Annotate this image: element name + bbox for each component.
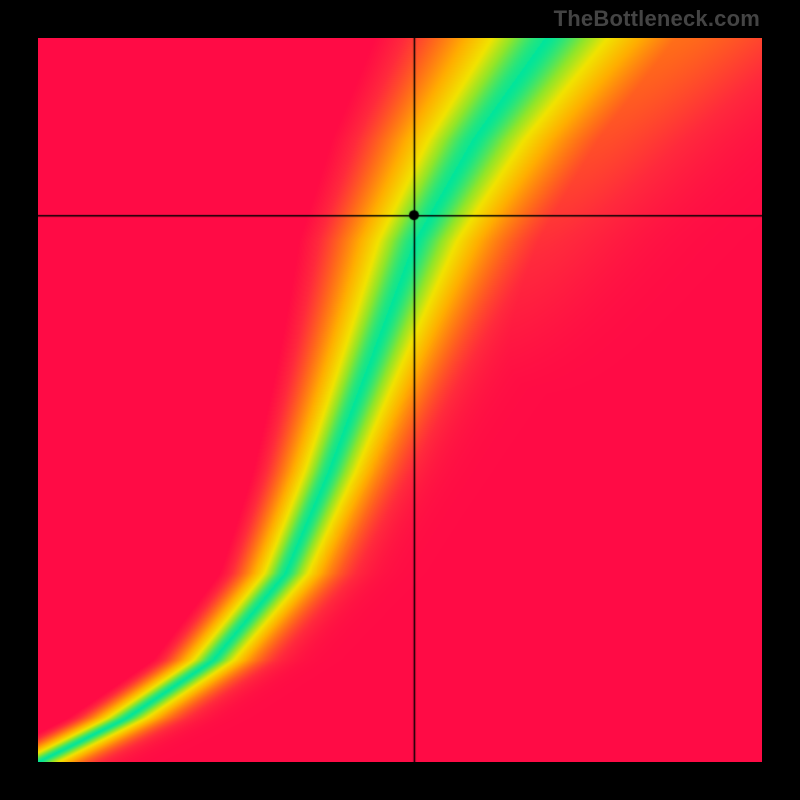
plot-area xyxy=(38,38,762,762)
outer-black-frame: TheBottleneck.com xyxy=(0,0,800,800)
watermark-text: TheBottleneck.com xyxy=(554,6,760,32)
heatmap-canvas xyxy=(38,38,762,762)
